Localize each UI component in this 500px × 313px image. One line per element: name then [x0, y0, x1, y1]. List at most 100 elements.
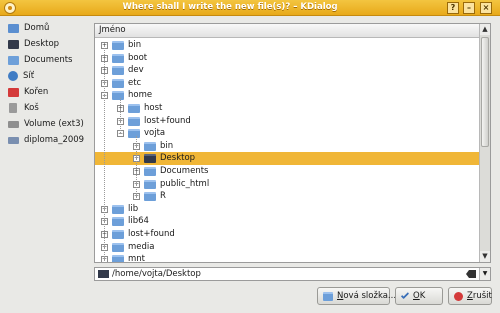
- tree-row[interactable]: + lib64: [95, 215, 479, 228]
- cancel-button[interactable]: Zrušit: [448, 287, 492, 305]
- place-volume[interactable]: Volume (ext3): [4, 116, 88, 132]
- path-input[interactable]: [112, 268, 452, 280]
- folder-icon: [112, 255, 124, 262]
- drive-icon: [8, 120, 19, 128]
- kdialog-window: Where shall I write the new file(s)? – K…: [0, 0, 500, 313]
- minimize-button[interactable]: –: [463, 2, 475, 14]
- place-documents[interactable]: Documents: [4, 52, 88, 68]
- tree-row-label: etc: [128, 77, 142, 88]
- place-home[interactable]: Domů: [4, 20, 88, 36]
- folder-icon: [112, 41, 124, 50]
- place-desktop[interactable]: Desktop: [4, 36, 88, 52]
- tree-row-label: R: [160, 191, 166, 202]
- tree-row-label: host: [144, 102, 163, 113]
- tree-row[interactable]: + lost+found: [95, 115, 479, 128]
- tree-row[interactable]: + Desktop: [95, 152, 479, 165]
- tree-row-label: home: [128, 90, 153, 101]
- close-button[interactable]: ×: [480, 2, 492, 14]
- window-title: Where shall I write the new file(s)? – K…: [122, 2, 338, 12]
- tree-row[interactable]: + Documents: [95, 165, 479, 178]
- desktop-icon: [8, 39, 19, 49]
- new-folder-button[interactable]: Nová složka...: [317, 287, 396, 305]
- scrollbar-thumb[interactable]: [481, 37, 489, 147]
- tree-row[interactable]: + bin: [95, 140, 479, 153]
- folder-icon: [112, 242, 124, 252]
- scroll-up-arrow-icon[interactable]: ▲: [480, 24, 490, 35]
- tree-row-label: bin: [128, 40, 142, 50]
- folder-icon: [144, 179, 156, 189]
- places-sidebar: Domů Desktop Documents Síť Kořen Koš Vol…: [4, 20, 88, 280]
- folder-icon: [144, 192, 156, 202]
- place-trash[interactable]: Koš: [4, 100, 88, 116]
- folder-icon: [144, 166, 156, 176]
- folder-icon: [112, 91, 124, 101]
- tree-row[interactable]: + media: [95, 241, 479, 254]
- tree-row-label: Desktop: [160, 153, 196, 164]
- tree-row[interactable]: + mnt: [95, 253, 479, 262]
- tree-connector-line: [136, 136, 137, 197]
- ok-button[interactable]: OK: [395, 287, 443, 305]
- tree-row[interactable]: − vojta: [95, 127, 479, 140]
- place-removable[interactable]: diploma_2009: [4, 132, 88, 148]
- clear-text-icon[interactable]: [466, 270, 476, 278]
- tree-row-label: boot: [128, 52, 148, 63]
- folder-icon: [112, 217, 124, 227]
- tree-connector-line: [120, 98, 121, 134]
- ok-accel: O: [413, 291, 420, 301]
- folder-icon: [112, 53, 124, 63]
- tree-row[interactable]: + public_html: [95, 178, 479, 191]
- folder-icon: [112, 66, 124, 76]
- tree-row[interactable]: + host: [95, 102, 479, 115]
- folder-icon: [112, 204, 124, 214]
- desktop-icon: [98, 270, 109, 278]
- tree-row-label: vojta: [144, 128, 166, 139]
- tree-row[interactable]: + lost+found: [95, 228, 479, 241]
- cancel-label: rušit: [472, 291, 492, 301]
- tree-row-label: lost+found: [144, 115, 191, 126]
- tree-row[interactable]: + lib: [95, 203, 479, 216]
- folder-icon: [112, 229, 124, 239]
- tree-row-label: lost+found: [128, 228, 175, 239]
- tree-connector-line: [104, 48, 105, 260]
- tree-row-label: public_html: [160, 178, 210, 189]
- tree-row[interactable]: + bin: [95, 39, 479, 52]
- folder-icon: [128, 116, 140, 126]
- app-menu-icon[interactable]: [4, 2, 16, 14]
- root-folder-icon: [8, 87, 19, 97]
- tree-rows: + bin + boot + dev + etc − home + host + lost+found − v…: [95, 39, 479, 262]
- place-label: Desktop: [24, 39, 60, 49]
- tree-row[interactable]: − home: [95, 89, 479, 102]
- scroll-down-arrow-icon[interactable]: ▼: [480, 251, 490, 262]
- tree-row-label: lib64: [128, 216, 149, 227]
- column-header-name[interactable]: Jméno: [95, 24, 479, 38]
- checkmark-icon: [400, 290, 410, 300]
- new-folder-label: ová složka...: [343, 291, 397, 301]
- help-button[interactable]: ?: [447, 2, 459, 14]
- folder-icon: [128, 129, 140, 139]
- tree-row[interactable]: + dev: [95, 64, 479, 77]
- place-label: Volume (ext3): [24, 119, 84, 129]
- desktop-folder-icon: [144, 154, 156, 164]
- chevron-down-icon[interactable]: ▼: [479, 268, 490, 280]
- home-icon: [8, 23, 19, 33]
- place-network[interactable]: Síť: [4, 68, 88, 84]
- network-icon: [8, 71, 18, 81]
- documents-folder-icon: [8, 55, 19, 65]
- place-label: Documents: [24, 55, 73, 65]
- vertical-scrollbar[interactable]: ▲ ▼: [479, 24, 490, 262]
- title-bar[interactable]: Where shall I write the new file(s)? – K…: [0, 0, 500, 16]
- tree-row[interactable]: + R: [95, 190, 479, 203]
- trash-icon: [9, 103, 17, 113]
- tree-row[interactable]: + etc: [95, 77, 479, 90]
- path-combobox[interactable]: ▼: [94, 267, 491, 281]
- place-label: Kořen: [24, 87, 49, 97]
- place-root[interactable]: Kořen: [4, 84, 88, 100]
- tree-row-label: bin: [160, 140, 174, 151]
- cancel-icon: [454, 291, 463, 301]
- tree-row-label: media: [128, 241, 155, 252]
- place-label: Síť: [23, 71, 35, 81]
- folder-tree[interactable]: Jméno + bin + boot + dev + etc − home + host + lost+f…: [94, 23, 491, 263]
- tree-row[interactable]: + boot: [95, 52, 479, 65]
- place-label: Domů: [24, 23, 50, 33]
- folder-icon: [112, 78, 124, 88]
